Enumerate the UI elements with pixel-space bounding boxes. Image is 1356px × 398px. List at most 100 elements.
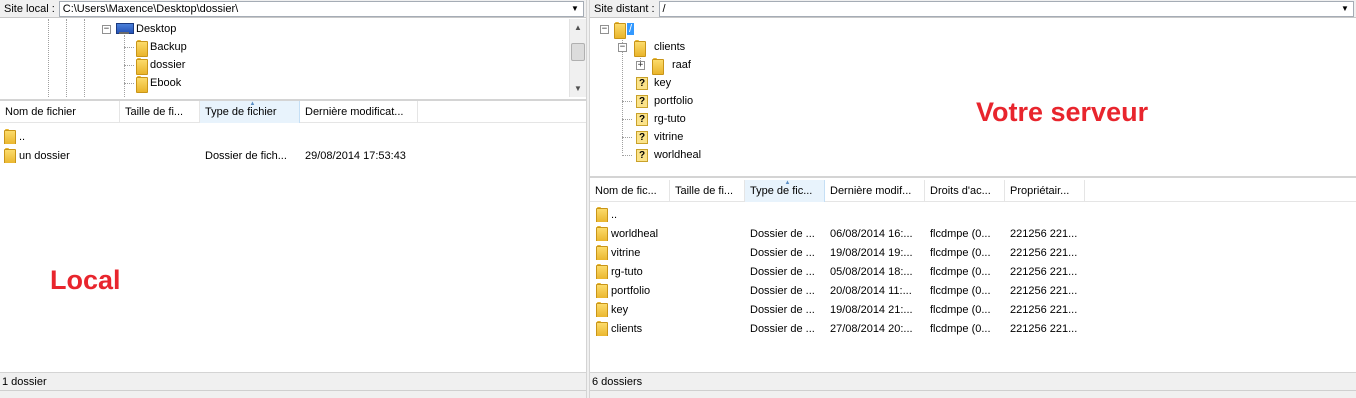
dropdown-arrow-icon[interactable]: ▼ bbox=[567, 2, 583, 16]
local-list-header: Nom de fichier Taille de fi... ▲ Type de… bbox=[0, 101, 586, 123]
tree-item-vitrine[interactable]: ? vitrine bbox=[636, 128, 683, 146]
list-item[interactable]: portfolio Dossier de ... 20/08/2014 11:.… bbox=[590, 281, 1356, 300]
collapse-toggle-icon[interactable]: − bbox=[102, 25, 111, 34]
file-name: un dossier bbox=[19, 149, 70, 162]
collapse-toggle-icon[interactable]: − bbox=[600, 25, 609, 34]
local-site-label: Site local : bbox=[4, 2, 55, 15]
column-header-name[interactable]: Nom de fic... bbox=[590, 180, 670, 202]
remote-list-header: Nom de fic... Taille de fi... ▲ Type de … bbox=[590, 180, 1356, 202]
tree-item-key[interactable]: ? key bbox=[636, 74, 671, 92]
column-header-owner[interactable]: Propriétair... bbox=[1005, 180, 1085, 202]
tree-guide-line bbox=[124, 65, 134, 66]
bottom-strip bbox=[0, 390, 586, 398]
local-file-list[interactable]: Nom de fichier Taille de fi... ▲ Type de… bbox=[0, 99, 586, 372]
tree-item-raaf[interactable]: raaf bbox=[652, 56, 691, 75]
column-header-modified[interactable]: Dernière modificat... bbox=[300, 101, 418, 123]
file-permissions: flcdmpe (0... bbox=[930, 265, 991, 278]
local-tree-scrollbar[interactable]: ▲ ▼ bbox=[569, 19, 586, 97]
tree-item-label: raaf bbox=[672, 59, 691, 71]
remote-path-value[interactable]: / bbox=[663, 3, 666, 15]
expand-toggle-icon[interactable]: + bbox=[636, 61, 645, 70]
local-path-value[interactable]: C:\Users\Maxence\Desktop\dossier\ bbox=[63, 3, 238, 15]
file-name-cell: clients bbox=[590, 321, 745, 336]
list-item[interactable]: key Dossier de ... 19/08/2014 21:... flc… bbox=[590, 300, 1356, 319]
file-name: vitrine bbox=[611, 246, 641, 259]
list-item[interactable]: worldheal Dossier de ... 06/08/2014 16:.… bbox=[590, 224, 1356, 243]
folder-icon bbox=[596, 283, 608, 298]
folder-icon bbox=[596, 245, 608, 260]
file-type: Dossier de ... bbox=[750, 227, 815, 240]
unknown-type-icon: ? bbox=[636, 112, 648, 126]
file-name: portfolio bbox=[611, 284, 651, 297]
column-header-type[interactable]: ▲ Type de fic... bbox=[745, 180, 825, 202]
tree-item-clients[interactable]: clients bbox=[634, 38, 685, 57]
list-item[interactable]: clients Dossier de ... 27/08/2014 20:...… bbox=[590, 319, 1356, 338]
file-owner: 221256 221... bbox=[1010, 246, 1078, 259]
remote-path-combo[interactable]: / ▼ bbox=[658, 0, 1354, 17]
tree-item-ebook[interactable]: Ebook bbox=[136, 74, 182, 93]
tree-guide-line bbox=[66, 19, 67, 97]
remote-site-label: Site distant : bbox=[594, 2, 655, 15]
list-item[interactable]: .. bbox=[590, 205, 1356, 224]
tree-item-label: Ebook bbox=[150, 77, 182, 89]
list-item[interactable]: .. bbox=[0, 127, 586, 146]
folder-icon bbox=[614, 21, 626, 39]
file-permissions: flcdmpe (0... bbox=[930, 227, 991, 240]
remote-pane: Site distant : / ▼ − / − clients + raaf … bbox=[590, 0, 1356, 398]
tree-guide-line bbox=[124, 83, 134, 84]
column-header-type[interactable]: ▲ Type de fichier bbox=[200, 101, 300, 123]
tree-item-backup[interactable]: Backup bbox=[136, 38, 187, 57]
tree-guide-line bbox=[622, 101, 632, 102]
file-type: Dossier de ... bbox=[750, 303, 815, 316]
file-permissions: flcdmpe (0... bbox=[930, 246, 991, 259]
local-status-bar: 1 dossier bbox=[0, 372, 586, 390]
remote-directory-tree[interactable]: − / − clients + raaf ? key ? portfolio ?… bbox=[590, 19, 1356, 171]
folder-icon bbox=[596, 207, 608, 222]
desktop-icon bbox=[116, 23, 134, 35]
tree-item-label: Backup bbox=[150, 41, 187, 53]
scroll-down-icon[interactable]: ▼ bbox=[570, 80, 586, 97]
scrollbar-thumb[interactable] bbox=[571, 43, 585, 61]
file-modified: 19/08/2014 21:... bbox=[830, 303, 913, 316]
folder-icon bbox=[4, 129, 16, 144]
dropdown-arrow-icon[interactable]: ▼ bbox=[1337, 2, 1353, 16]
file-name-cell: .. bbox=[0, 129, 200, 144]
unknown-type-icon: ? bbox=[636, 94, 648, 108]
tree-guide-line bbox=[124, 47, 134, 48]
list-item[interactable]: rg-tuto Dossier de ... 05/08/2014 18:...… bbox=[590, 262, 1356, 281]
file-type: Dossier de ... bbox=[750, 322, 815, 335]
tree-item-desktop[interactable]: Desktop bbox=[116, 20, 176, 38]
tree-item-label: key bbox=[654, 77, 672, 89]
local-site-bar: Site local : C:\Users\Maxence\Desktop\do… bbox=[0, 0, 586, 18]
scroll-up-icon[interactable]: ▲ bbox=[570, 19, 586, 36]
column-header-size[interactable]: Taille de fi... bbox=[120, 101, 200, 123]
file-name-cell: portfolio bbox=[590, 283, 745, 298]
list-item[interactable]: un dossier Dossier de fich... 29/08/2014… bbox=[0, 146, 586, 165]
file-name-cell: vitrine bbox=[590, 245, 745, 260]
tree-item-root[interactable]: / bbox=[614, 20, 635, 39]
tree-item-rg-tuto[interactable]: ? rg-tuto bbox=[636, 110, 686, 128]
file-name: key bbox=[611, 303, 629, 316]
tree-item-label: vitrine bbox=[654, 131, 684, 143]
column-header-name[interactable]: Nom de fichier bbox=[0, 101, 120, 123]
column-header-size[interactable]: Taille de fi... bbox=[670, 180, 745, 202]
remote-file-list[interactable]: Nom de fic... Taille de fi... ▲ Type de … bbox=[590, 176, 1356, 372]
tree-guide-line bbox=[622, 35, 623, 153]
tree-item-label: rg-tuto bbox=[654, 113, 686, 125]
column-header-modified[interactable]: Dernière modif... bbox=[825, 180, 925, 202]
tree-guide-line bbox=[622, 119, 632, 120]
tree-item-portfolio[interactable]: ? portfolio bbox=[636, 92, 693, 110]
local-annotation: Local bbox=[50, 265, 121, 295]
file-name: worldheal bbox=[611, 227, 659, 240]
tree-item-label: Desktop bbox=[136, 23, 177, 35]
folder-icon bbox=[634, 39, 646, 57]
local-path-combo[interactable]: C:\Users\Maxence\Desktop\dossier\ ▼ bbox=[58, 0, 584, 17]
file-name-cell: key bbox=[590, 302, 745, 317]
list-item[interactable]: vitrine Dossier de ... 19/08/2014 19:...… bbox=[590, 243, 1356, 262]
local-directory-tree[interactable]: − Desktop Backup dossier Ebook ▲ ▼ bbox=[0, 19, 586, 97]
tree-item-dossier[interactable]: dossier bbox=[136, 56, 185, 75]
collapse-toggle-icon[interactable]: − bbox=[618, 43, 627, 52]
tree-guide-line bbox=[84, 19, 85, 97]
column-header-permissions[interactable]: Droits d'ac... bbox=[925, 180, 1005, 202]
tree-item-worldheal[interactable]: ? worldheal bbox=[636, 146, 701, 164]
